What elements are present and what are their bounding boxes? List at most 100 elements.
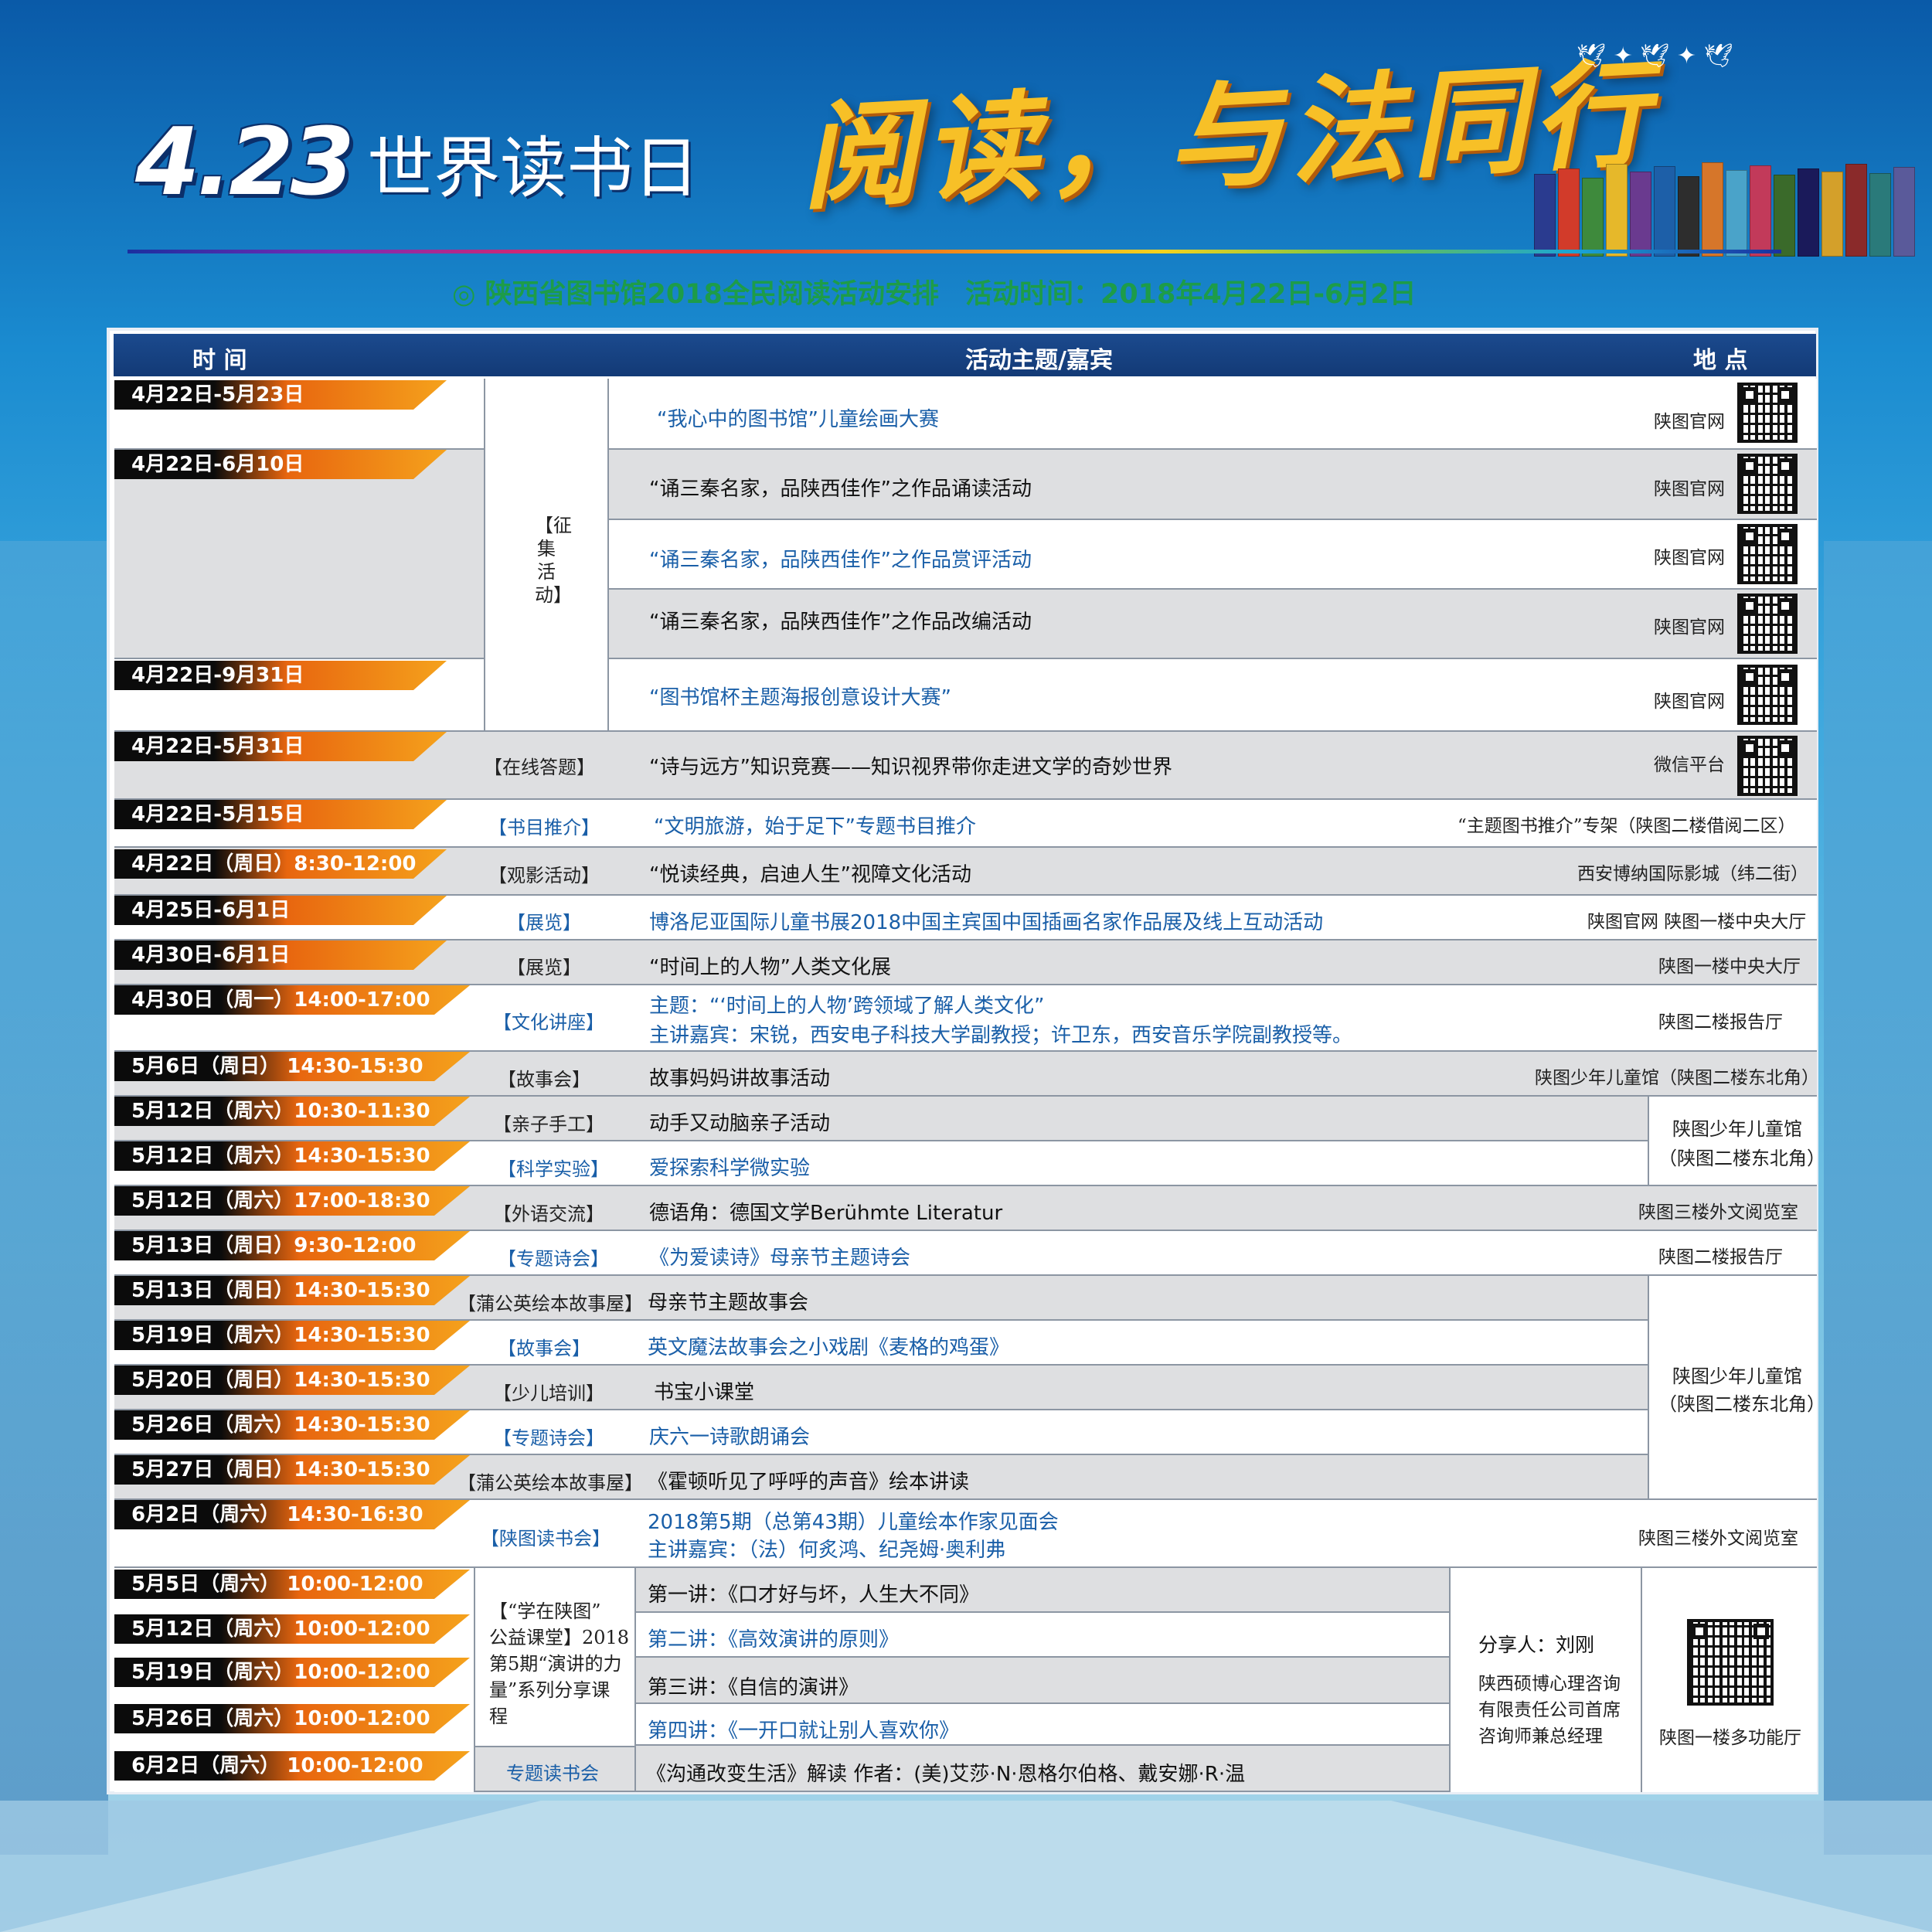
day-name: 世界读书日 bbox=[367, 130, 700, 207]
activity-title: 《为爱读诗》母亲节主题诗会 bbox=[649, 1247, 911, 1270]
row-date: 4月25日-6月1日 bbox=[114, 896, 447, 925]
activity-guest: 主讲嘉宾：（法）何炙鸿、纪尧姆·奥利弗 bbox=[648, 1539, 1006, 1562]
lecture-series: 5月5日（周六） 10:00-12:00 5月12日（周六）10:00-12:0… bbox=[114, 1568, 1817, 1792]
activity-place: 西安博纳国际影城（纬二街） bbox=[1577, 864, 1808, 884]
activity-title: “诵三秦名家，品陕西佳作”之作品诵读活动 bbox=[649, 478, 1032, 501]
activity-title: “诵三秦名家，品陕西佳作”之作品改编活动 bbox=[649, 611, 1032, 634]
table-header: 时 间 活动主题/嘉宾 地 点 bbox=[114, 334, 1816, 376]
target-icon: ◎ bbox=[452, 279, 476, 310]
world-book-day-title: 4.23 世界读书日 bbox=[135, 109, 700, 216]
sharer-label: 分享人：刘刚 bbox=[1478, 1634, 1595, 1656]
doves-decoration: 🕊 ✦ 🕊 ✦ 🕊 bbox=[1577, 43, 1733, 70]
row-category: 【专题诗会】 bbox=[498, 1248, 609, 1270]
place-merged-cell: 陕图少年儿童馆 （陕图二楼东北角） bbox=[1648, 1097, 1825, 1186]
books-decoration bbox=[1534, 162, 1915, 257]
lecture-category-line: 第5期“演讲的力 bbox=[489, 1653, 622, 1675]
activity-title: 书宝小课堂 bbox=[654, 1381, 755, 1404]
row-date: 5月27日（周日）14:30-15:30 bbox=[114, 1455, 470, 1485]
qr-code-icon[interactable] bbox=[1737, 454, 1798, 514]
activity-title: 2018第5期（总第43期）儿童绘本作家见面会 bbox=[648, 1511, 1059, 1534]
row-date: 4月22日（周日）8:30-12:00 bbox=[114, 849, 447, 879]
row-date: 5月12日（周六）14:30-15:30 bbox=[114, 1141, 470, 1171]
activity-place: 陕图三楼外文阅览室 bbox=[1638, 1529, 1798, 1549]
row-date: 4月30日-6月1日 bbox=[114, 940, 447, 970]
activity-place: 陕图二楼报告厅 bbox=[1658, 1012, 1783, 1032]
place-line: （陕图二楼东北角） bbox=[1658, 1148, 1825, 1169]
row-date: 6月2日（周六） 14:30-16:30 bbox=[114, 1500, 470, 1529]
activity-title: 主题：“‘时间上的人物’跨领域了解人类文化” bbox=[649, 995, 1045, 1018]
lecture-category-line: 公益课堂】2018 bbox=[489, 1627, 630, 1648]
row-category: 【少儿培训】 bbox=[493, 1383, 604, 1404]
row-date: 4月22日-5月15日 bbox=[114, 800, 447, 829]
place-line: （陕图二楼东北角） bbox=[1658, 1393, 1825, 1415]
activity-place: 陕图官网 bbox=[1654, 479, 1725, 499]
activity-place: 陕图官网 bbox=[1654, 412, 1725, 432]
table-row: 5月12日（周六）10:30-11:30 【亲子手工】 动手又动脑亲子活动 bbox=[114, 1097, 1817, 1141]
subtitle: ◎ 陕西省图书馆2018全民阅读活动安排 活动时间：2018年4月22日-6月2日 bbox=[452, 272, 1417, 311]
lecture-title: 第三讲：《自信的演讲》 bbox=[648, 1676, 859, 1699]
activity-title: 《霍顿听见了呼呼的声音》绘本讲读 bbox=[648, 1471, 970, 1494]
table-row: 5月12日（周六）17:00-18:30 【外语交流】 德语角：德国文学Berü… bbox=[114, 1186, 1817, 1231]
row-category: 【科学实验】 bbox=[498, 1158, 609, 1180]
qr-code-icon[interactable] bbox=[1737, 736, 1798, 796]
lecture-title: 第四讲：《一开口就让别人喜欢你》 bbox=[648, 1719, 960, 1743]
row-category: 【专题诗会】 bbox=[493, 1427, 604, 1449]
row-category: 【陕图读书会】 bbox=[481, 1528, 611, 1549]
qr-code-icon[interactable] bbox=[1737, 524, 1798, 584]
qr-code-icon[interactable] bbox=[1737, 665, 1798, 725]
table-row: 4月22日（周日）8:30-12:00 【观影活动】 “悦读经典，启迪人生”视障… bbox=[114, 848, 1817, 896]
collect-activities: “我心中的图书馆”儿童绘画大赛 “诵三秦名家，品陕西佳作”之作品诵读活动 “诵三… bbox=[609, 379, 1817, 732]
activity-place: 陕图官网 bbox=[1654, 617, 1725, 638]
activity-title: 德语角：德国文学Berühmte Literatur bbox=[649, 1202, 1003, 1225]
table-row: 4月22日-5月31日 【在线答题】 “诗与远方”知识竞赛——知识视界带你走进文… bbox=[114, 732, 1817, 800]
activity-place: 陕图官网 bbox=[1654, 548, 1725, 568]
row-category: 【蒲公英绘本故事屋】 bbox=[457, 1472, 643, 1494]
activity-place: 陕图官网 陕图一楼中央大厅 bbox=[1587, 912, 1807, 932]
row-category: 【蒲公英绘本故事屋】 bbox=[457, 1293, 643, 1315]
table-row: 5月20日（周日）14:30-15:30 【少儿培训】 书宝小课堂 bbox=[114, 1366, 1817, 1410]
lecture-category-line: 量”系列分享课 bbox=[489, 1679, 611, 1701]
lecture-last-cat-cell: 专题读书会 bbox=[474, 1746, 636, 1792]
col-activity: 活动主题/嘉宾 bbox=[965, 347, 1113, 374]
row-date: 5月19日（周六）10:00-12:00 bbox=[114, 1658, 470, 1687]
qr-code-icon[interactable] bbox=[1737, 383, 1798, 443]
row-date: 5月20日（周日）14:30-15:30 bbox=[114, 1366, 470, 1395]
row-category: 【书目推介】 bbox=[488, 817, 600, 838]
qr-code-icon[interactable] bbox=[1687, 1619, 1774, 1706]
row-category: 【外语交流】 bbox=[493, 1203, 604, 1225]
activity-place: 陕图少年儿童馆（陕图二楼东北角） bbox=[1535, 1068, 1819, 1088]
table-row: 4月30日（周一）14:00-17:00 【文化讲座】 主题：“‘时间上的人物’… bbox=[114, 985, 1817, 1052]
row-date: 5月5日（周六） 10:00-12:00 bbox=[114, 1570, 470, 1599]
table-row: 5月13日（周日）14:30-15:30 【蒲公英绘本故事屋】 母亲节主题故事会 bbox=[114, 1276, 1817, 1321]
row-date: 5月12日（周六）10:00-12:00 bbox=[114, 1614, 470, 1644]
table-row: 6月2日（周六） 14:30-16:30 【陕图读书会】 2018第5期（总第4… bbox=[114, 1500, 1817, 1568]
row-date: 5月12日（周六）10:30-11:30 bbox=[114, 1097, 470, 1126]
table-row: 5月27日（周日）14:30-15:30 【蒲公英绘本故事屋】 《霍顿听见了呼呼… bbox=[114, 1455, 1817, 1500]
row-date: 5月19日（周六）14:30-15:30 bbox=[114, 1321, 470, 1350]
sharer-desc: 有限责任公司首席 bbox=[1478, 1700, 1621, 1720]
activity-guest: 主讲嘉宾：宋锐，西安电子科技大学副教授；许卫东，西安音乐学院副教授等。 bbox=[649, 1024, 1353, 1047]
activity-title: “悦读经典，启迪人生”视障文化活动 bbox=[649, 863, 971, 886]
subtitle-time: 活动时间：2018年4月22日-6月2日 bbox=[964, 279, 1417, 310]
activity-title: “我心中的图书馆”儿童绘画大赛 bbox=[657, 408, 939, 431]
place-merged-cell: 陕图少年儿童馆 （陕图二楼东北角） bbox=[1648, 1276, 1825, 1500]
table-row: 4月30日-6月1日 【展览】 “时间上的人物”人类文化展 陕图一楼中央大厅 bbox=[114, 940, 1817, 985]
row-date: 4月22日-9月31日 bbox=[114, 661, 447, 690]
col-place: 地 点 bbox=[1693, 347, 1748, 374]
qr-code-icon[interactable] bbox=[1737, 594, 1798, 654]
activity-title: “时间上的人物”人类文化展 bbox=[649, 956, 891, 979]
row-category: 【在线答题】 bbox=[484, 757, 595, 778]
activity-title: 爱探索科学微实验 bbox=[649, 1157, 811, 1180]
row-date: 5月13日（周日）14:30-15:30 bbox=[114, 1276, 470, 1305]
subtitle-text: 陕西省图书馆2018全民阅读活动安排 bbox=[485, 279, 939, 310]
activity-title: “诵三秦名家，品陕西佳作”之作品赏评活动 bbox=[649, 549, 1032, 572]
activity-place: 陕图官网 bbox=[1654, 692, 1725, 712]
schedule-table: 时 间 活动主题/嘉宾 地 点 4月22日-5月23日 4月22日-6月10日 … bbox=[107, 328, 1825, 1794]
place-line: 陕图少年儿童馆 bbox=[1672, 1366, 1802, 1387]
activity-title: “诗与远方”知识竞赛——知识视界带你走进文学的奇妙世界 bbox=[649, 756, 1172, 779]
activity-place: “主题图书推介”专架（陕图二楼借阅二区） bbox=[1458, 816, 1796, 836]
row-category: 【亲子手工】 bbox=[493, 1114, 604, 1135]
activity-title: 庆六一诗歌朗诵会 bbox=[649, 1426, 811, 1449]
activity-title: 英文魔法故事会之小戏剧《麦格的鸡蛋》 bbox=[648, 1336, 1010, 1359]
lecture-category-line: 【“学在陕图” bbox=[489, 1600, 601, 1622]
